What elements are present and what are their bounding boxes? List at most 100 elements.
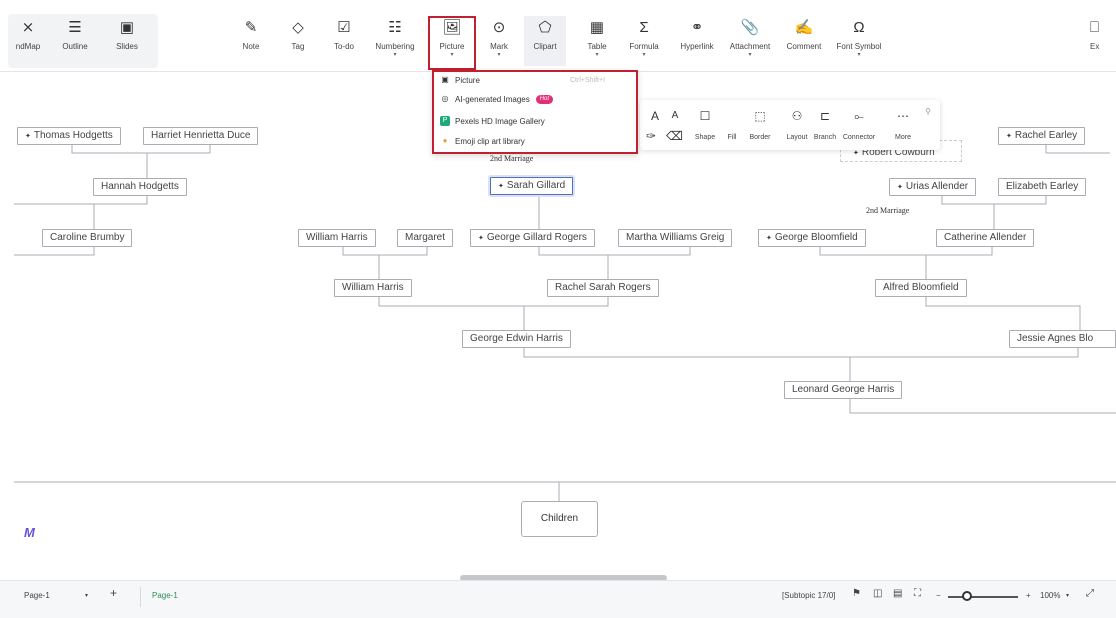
chevron-down-icon[interactable]: ▾ — [85, 592, 88, 599]
book-icon[interactable]: ◫ — [873, 588, 882, 599]
person-node-sarah-gillard[interactable]: ✦ Sarah Gillard — [490, 177, 574, 195]
clipart-icon: ⬠ — [538, 19, 552, 36]
more-button[interactable]: ⋯ More — [890, 108, 916, 141]
person-node-william-harris-son[interactable]: William Harris — [334, 279, 412, 297]
layout-button[interactable]: ⚇ Layout — [784, 108, 810, 141]
zoom-slider-handle[interactable] — [962, 591, 972, 601]
person-node-alfred-bloomfield[interactable]: Alfred Bloomfield — [875, 279, 967, 297]
view-tab-outline[interactable]: ☰ Outline — [55, 18, 95, 51]
menu-item-pexels[interactable]: P Pexels HD Image Gallery — [440, 113, 545, 129]
person-node-rachel-earley[interactable]: ✦ Rachel Earley — [998, 127, 1086, 145]
tag-button[interactable]: ◇ Tag — [282, 18, 314, 51]
person-node-catherine-allender[interactable]: Catherine Allender — [936, 229, 1035, 247]
person-icon: ✦ — [25, 133, 31, 140]
chevron-down-icon[interactable]: ▾ — [1066, 592, 1069, 599]
person-node-margaret[interactable]: Margaret — [397, 229, 454, 247]
person-node-caroline-brumby[interactable]: Caroline Brumby — [42, 229, 133, 247]
page-tab-active[interactable]: Page-1 — [152, 591, 178, 600]
person-node-harriet-duce[interactable]: Harriet Henrietta Duce — [143, 127, 259, 145]
note-button[interactable]: ✎ Note — [235, 18, 267, 51]
text-color-button[interactable]: ✑ — [640, 128, 662, 144]
fit-screen-icon[interactable]: ⛶ — [914, 588, 921, 599]
clipart-button[interactable]: ⬠ Clipart — [524, 16, 566, 66]
person-node-george-edwin-harris[interactable]: George Edwin Harris — [462, 330, 571, 348]
branch-button[interactable]: ⊏ Branch — [812, 108, 838, 141]
font-symbol-icon: Ω — [853, 19, 865, 36]
picture-button[interactable]: 🖼 Picture ▾ — [428, 16, 476, 70]
border-button[interactable]: ⬚ Border — [746, 108, 774, 141]
menu-item-label: AI-generated Images — [455, 94, 530, 104]
connector-button[interactable]: ⟜ Connector — [840, 108, 878, 141]
person-icon: ✦ — [1006, 133, 1012, 140]
todo-button[interactable]: ☑ To-do — [328, 18, 360, 51]
border-label: Border — [749, 134, 771, 141]
node-label: Thomas Hodgetts — [33, 130, 113, 141]
person-node-george-gillard-rogers[interactable]: ✦ George Gillard Rogers — [470, 229, 595, 247]
person-node-william-harris-father[interactable]: William Harris — [298, 229, 376, 247]
hyperlink-icon: ⚭ — [690, 19, 704, 36]
person-node-thomas-hodgetts[interactable]: ✦ Thomas Hodgetts — [17, 127, 121, 145]
hyperlink-button[interactable]: ⚭ Hyperlink — [676, 18, 718, 51]
attachment-label: Attachment — [729, 42, 771, 51]
view-tab-label: ndMap — [15, 42, 41, 51]
zoom-out-button[interactable]: − — [936, 591, 941, 600]
numbering-button[interactable]: ☷ Numbering ▾ — [372, 18, 418, 58]
font-grow-button[interactable]: A — [648, 108, 662, 124]
hot-badge: Hot — [535, 94, 554, 104]
node-label: Urias Allender — [905, 181, 969, 192]
comment-label: Comment — [786, 42, 822, 51]
table-icon: ▦ — [589, 19, 605, 36]
fullscreen-icon[interactable]: ⤢ — [1086, 588, 1094, 599]
pexels-icon: P — [440, 116, 450, 126]
more-icon: ⋯ — [897, 109, 909, 123]
person-node-jessie-agnes[interactable]: Jessie Agnes Blo — [1009, 330, 1116, 348]
tag-icon: ◇ — [292, 19, 304, 36]
view-tab-mindmap[interactable]: ⨯ ndMap — [8, 18, 48, 51]
chevron-down-icon: ▾ — [393, 52, 397, 58]
toolbar: ⨯ ndMap ☰ Outline ▣ Slides ✎ Note ◇ Tag … — [0, 0, 1116, 72]
person-node-elizabeth-earley[interactable]: Elizabeth Earley — [998, 178, 1087, 196]
presentation-icon[interactable]: ▤ — [893, 588, 902, 599]
fill-button[interactable]: Fill — [724, 108, 740, 141]
comment-button[interactable]: ✍ Comment — [782, 18, 826, 51]
shape-button[interactable]: ☐ Shape — [692, 108, 718, 141]
tag-label: Tag — [291, 42, 305, 51]
page-select[interactable]: Page-1 — [24, 591, 50, 600]
person-node-leonard-george-harris[interactable]: Leonard George Harris — [784, 381, 903, 399]
menu-item-picture[interactable]: ▣ Picture Ctrl+Shift+I — [440, 72, 605, 88]
person-node-george-bloomfield[interactable]: ✦ George Bloomfield — [758, 229, 866, 247]
person-node-urias-allender[interactable]: ✦ Urias Allender — [889, 178, 977, 196]
children-node[interactable]: Children — [521, 501, 598, 537]
font-symbol-button[interactable]: Ω Font Symbol ▾ — [834, 18, 884, 58]
view-tab-slides[interactable]: ▣ Slides — [107, 18, 147, 51]
zoom-level[interactable]: 100% — [1040, 591, 1060, 600]
zoom-slider[interactable] — [948, 596, 1018, 598]
app-logo-icon[interactable]: M — [24, 525, 40, 541]
chevron-down-icon: ▾ — [642, 52, 646, 58]
picture-dropdown-menu: ▣ Picture Ctrl+Shift+I ◎ AI-generated Im… — [432, 70, 638, 154]
focus-icon[interactable]: ⚑ — [852, 588, 861, 599]
export-button[interactable]: ⎕ Ex — [1090, 18, 1114, 51]
menu-item-emoji-library[interactable]: ● Emoji clip art library — [440, 133, 525, 149]
clear-format-button[interactable]: ⌫ — [666, 128, 683, 144]
add-page-button[interactable]: + — [110, 586, 117, 600]
formula-button[interactable]: Σ Formula ▾ — [624, 18, 664, 58]
font-shrink-button[interactable]: A — [668, 108, 682, 124]
person-node-hannah-hodgetts[interactable]: Hannah Hodgetts — [93, 178, 187, 196]
clipart-label: Clipart — [533, 42, 557, 51]
pin-button[interactable]: ⚲ — [922, 104, 934, 120]
table-button[interactable]: ▦ Table ▾ — [580, 18, 614, 58]
relation-label: 2nd Marriage — [866, 206, 910, 215]
node-label: Leonard George Harris — [792, 384, 895, 395]
status-bar: Page-1 ▾ + Page-1 [Subtopic 17/0] ⚑ ◫ ▤ … — [0, 580, 1116, 618]
pin-icon: ⚲ — [925, 107, 931, 116]
person-node-martha-williams-greig[interactable]: Martha Williams Greig — [618, 229, 733, 247]
mark-button[interactable]: ⊙ Mark ▾ — [482, 18, 516, 58]
more-label: More — [895, 134, 911, 141]
menu-item-label: Pexels HD Image Gallery — [455, 116, 545, 126]
node-label: Alfred Bloomfield — [883, 282, 959, 293]
menu-item-ai-images[interactable]: ◎ AI-generated Images Hot — [440, 91, 554, 107]
zoom-in-button[interactable]: + — [1026, 591, 1031, 600]
attachment-button[interactable]: 📎 Attachment ▾ — [726, 18, 774, 58]
person-node-rachel-sarah-rogers[interactable]: Rachel Sarah Rogers — [547, 279, 659, 297]
